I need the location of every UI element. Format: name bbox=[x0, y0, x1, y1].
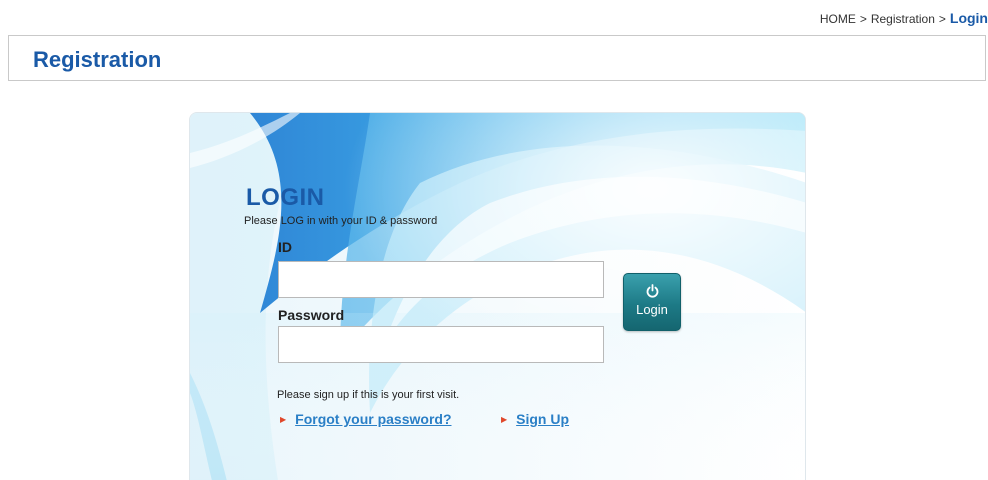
id-input[interactable] bbox=[278, 261, 604, 298]
sign-up-link[interactable]: ▶ Sign Up bbox=[501, 411, 569, 427]
page: HOME > Registration > Login Registration bbox=[0, 0, 988, 480]
triangle-bullet-icon: ▶ bbox=[280, 414, 287, 424]
forgot-password-text[interactable]: Forgot your password? bbox=[295, 411, 451, 427]
login-subtitle: Please LOG in with your ID & password bbox=[244, 215, 438, 227]
id-label: ID bbox=[278, 239, 292, 255]
breadcrumb-separator: > bbox=[938, 12, 946, 26]
password-label: Password bbox=[278, 307, 345, 323]
page-title: Registration bbox=[33, 47, 162, 72]
breadcrumb: HOME > Registration > Login bbox=[820, 10, 988, 26]
breadcrumb-separator: > bbox=[859, 12, 867, 26]
password-input[interactable] bbox=[278, 326, 604, 363]
login-button[interactable]: Login bbox=[623, 273, 681, 331]
breadcrumb-current: Login bbox=[949, 10, 988, 26]
breadcrumb-home[interactable]: HOME bbox=[820, 12, 856, 26]
sign-up-text[interactable]: Sign Up bbox=[516, 411, 569, 427]
login-panel: LOGIN Please LOG in with your ID & passw… bbox=[189, 112, 806, 480]
login-button-label: Login bbox=[636, 302, 668, 317]
forgot-password-link[interactable]: ▶ Forgot your password? bbox=[280, 411, 452, 427]
section-header: Registration bbox=[8, 35, 986, 81]
login-title: LOGIN bbox=[246, 184, 325, 211]
triangle-bullet-icon: ▶ bbox=[501, 414, 508, 424]
power-icon bbox=[624, 284, 680, 300]
signup-hint: Please sign up if this is your first vis… bbox=[277, 389, 460, 401]
breadcrumb-registration[interactable]: Registration bbox=[871, 12, 935, 26]
